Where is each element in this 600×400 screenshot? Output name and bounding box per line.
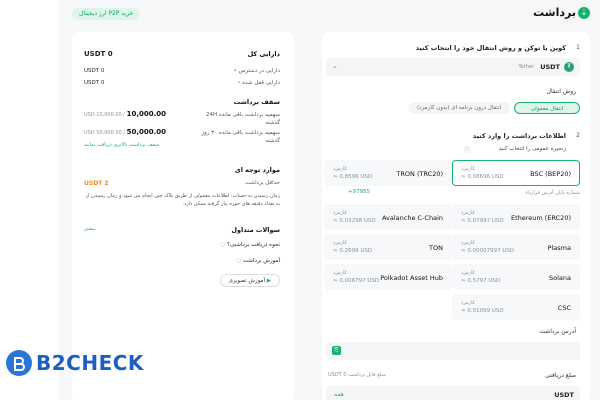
fee-value: ≈ 0.006797 USD [333, 278, 380, 284]
assets-title: دارایی کل [247, 50, 280, 58]
limit-24h-label: سهمیه برداشت باقی مانده 24H [206, 112, 280, 118]
paste-icon[interactable]: ⎘ [332, 346, 341, 355]
network-polkadot[interactable]: Polkadot Asset Hub کارمزد ≈ 0.006797 USD [324, 264, 452, 290]
usdt-icon: ₮ [564, 62, 574, 72]
network-solana[interactable]: Solana کارمزد ≈ 0.5797 USD [452, 264, 580, 290]
withdraw-icon: ⇣ [578, 7, 590, 19]
network-name: TON [429, 244, 443, 252]
network-name: Polkadot Asset Hub [380, 274, 443, 282]
network-name: Plasma [547, 244, 571, 252]
faq-title: سوالات متداول [231, 226, 280, 234]
fee-label: کارمزد [333, 210, 347, 216]
step-1-number: 1 [576, 44, 580, 51]
limit-title: سقف برداشت [233, 98, 280, 106]
fee-value: ≈ 0.5797 USD [461, 278, 501, 284]
network-name: BSC (BEP20) [530, 170, 571, 178]
available-label: دارایی در دسترس • [233, 68, 280, 74]
step-2-number: 2 [576, 132, 580, 139]
watermark-text: B2CHECK [36, 351, 144, 375]
network-bsc[interactable]: BSC (BEP20) کارمزد ≈ 0.08696 USD [452, 160, 580, 186]
network-tron[interactable]: TRON (TRC20) کارمزد ≈ 0.8596 USD [324, 160, 452, 186]
chain-label: زنجیره عمومی را انتخاب کنید [498, 146, 566, 152]
limit-30d-sub: گذشته [265, 138, 280, 144]
limit-24h-of: USD 10,000.00 / 10,000.00 [84, 110, 167, 118]
more-link[interactable]: بیشتر [84, 226, 96, 232]
fee-value: ≈ 0.08696 USD [461, 174, 504, 180]
fee-value: ≈ 0.00007997 USD [461, 248, 515, 254]
notes-title: موارد توجه ای [234, 166, 280, 174]
amount-unit: USDT [554, 391, 574, 399]
method-label: روش انتقال [546, 88, 576, 95]
chevron-down-icon: ⌄ [332, 62, 338, 70]
withdraw-form-card: 1 کوین یا توکن و روش انتقال خود را انتخا… [322, 32, 590, 400]
top-bar: ⇣ برداشت خرید P2P ارز دیجیتال [58, 0, 600, 28]
fee-value: ≈ 0.03298 USD [333, 218, 376, 224]
amount-label: مبلغ دریافتی [545, 372, 576, 379]
network-ethereum[interactable]: Ethereum (ERC20) کارمزد ≈ 0.07997 USD [452, 204, 580, 230]
contract-code-label: شماره پایان آدرس قرارداد [525, 190, 580, 196]
account-summary-card: دارایی کل USDT 0 دارایی در دسترس • USDT … [72, 32, 294, 400]
page-title: برداشت [533, 6, 576, 19]
step-1-title: کوین یا توکن و روش انتقال خود را انتخاب … [415, 44, 566, 52]
network-name: TRON (TRC20) [396, 170, 443, 178]
info-icon: ⓘ [463, 147, 470, 154]
available-value: USDT 0 [84, 68, 105, 74]
assets-total: USDT 0 [84, 50, 113, 58]
locked-label: دارایی قفل شده • [237, 80, 280, 86]
limit-upgrade-link[interactable]: سقف برداشت بالاتری دریافت نمایید [84, 142, 159, 148]
amount-available: مبلغ قابل برداشت USDT 0 [328, 372, 386, 378]
limit-30d-of: USD 50,000.00 / 50,000.00 [84, 128, 167, 136]
fee-label: کارمزد [461, 210, 475, 216]
method-normal-option[interactable]: انتقال معمولی [514, 102, 580, 114]
coin-select[interactable]: ₮ USDT Tether ⌄ [326, 58, 580, 76]
network-ton[interactable]: TON کارمزد ≈ 0.2699 USD [324, 234, 452, 260]
fee-label: کارمزد [461, 270, 475, 276]
fee-label: کارمزد [461, 166, 475, 172]
contract-code-value: +97955 [347, 189, 370, 195]
limit-24h-sub: گذشته [265, 120, 280, 126]
coin-value: USDT [540, 63, 560, 71]
withdraw-page: ⇣ برداشت خرید P2P ارز دیجیتال 1 کوین یا … [58, 0, 600, 400]
step-2-title: اطلاعات برداشت را وارد کنید [472, 132, 566, 140]
address-input[interactable]: ⎘ [326, 342, 580, 360]
network-name: Ethereum (ERC20) [510, 214, 571, 222]
max-button[interactable]: همه [334, 391, 344, 398]
fee-value: ≈ 0.07997 USD [461, 218, 504, 224]
locked-value: USDT 0 [84, 80, 105, 86]
network-name: CSC [557, 304, 571, 312]
fee-value: ≈ 0.01099 USD [461, 308, 504, 314]
play-icon: ▶ [266, 278, 271, 284]
fee-value: ≈ 0.2699 USD [333, 248, 373, 254]
fee-label: کارمزد [333, 240, 347, 246]
coin-subname: Tether [518, 64, 534, 70]
p2p-buy-button[interactable]: خرید P2P ارز دیجیتال [72, 8, 141, 20]
faq-item-2[interactable]: آموزش برداشت ◌ [236, 258, 280, 264]
amount-input[interactable]: USDT همه [326, 386, 580, 400]
video-tutorial-button[interactable]: ▶ آموزش تصویری [219, 274, 280, 287]
fee-label: کارمزد [461, 300, 475, 306]
network-avalanche[interactable]: Avalanche C-Chain کارمزد ≈ 0.03298 USD [324, 204, 452, 230]
limit-30d-label: سهمیه برداشت باقی مانده ۳۰ روز [201, 130, 280, 136]
notes-text: زمان رسیدن به حساب: اطلاعات معمولی از طر… [85, 193, 280, 207]
faq-item-1[interactable]: نحوه دریافت برداشتی؟ ◌ [220, 242, 280, 248]
network-csc[interactable]: CSC کارمزد ≈ 0.01099 USD [452, 294, 580, 320]
fee-label: کارمزد [461, 240, 475, 246]
fee-value: ≈ 0.8596 USD [333, 174, 373, 180]
fee-label: کارمزد [333, 166, 347, 172]
network-name: Solana [549, 274, 571, 282]
min-label: حداقل برداشت [245, 180, 280, 186]
watermark-badge-icon [6, 350, 32, 376]
address-label: آدرس برداشت [539, 328, 576, 335]
network-name: Avalanche C-Chain [381, 214, 443, 222]
network-plasma[interactable]: Plasma کارمزد ≈ 0.00007997 USD [452, 234, 580, 260]
method-internal-option[interactable]: انتقال درون برنامه ای (بدون کارمزد) [408, 102, 510, 114]
min-value: USDT 2 [84, 180, 109, 187]
fee-label: کارمزد [333, 270, 347, 276]
